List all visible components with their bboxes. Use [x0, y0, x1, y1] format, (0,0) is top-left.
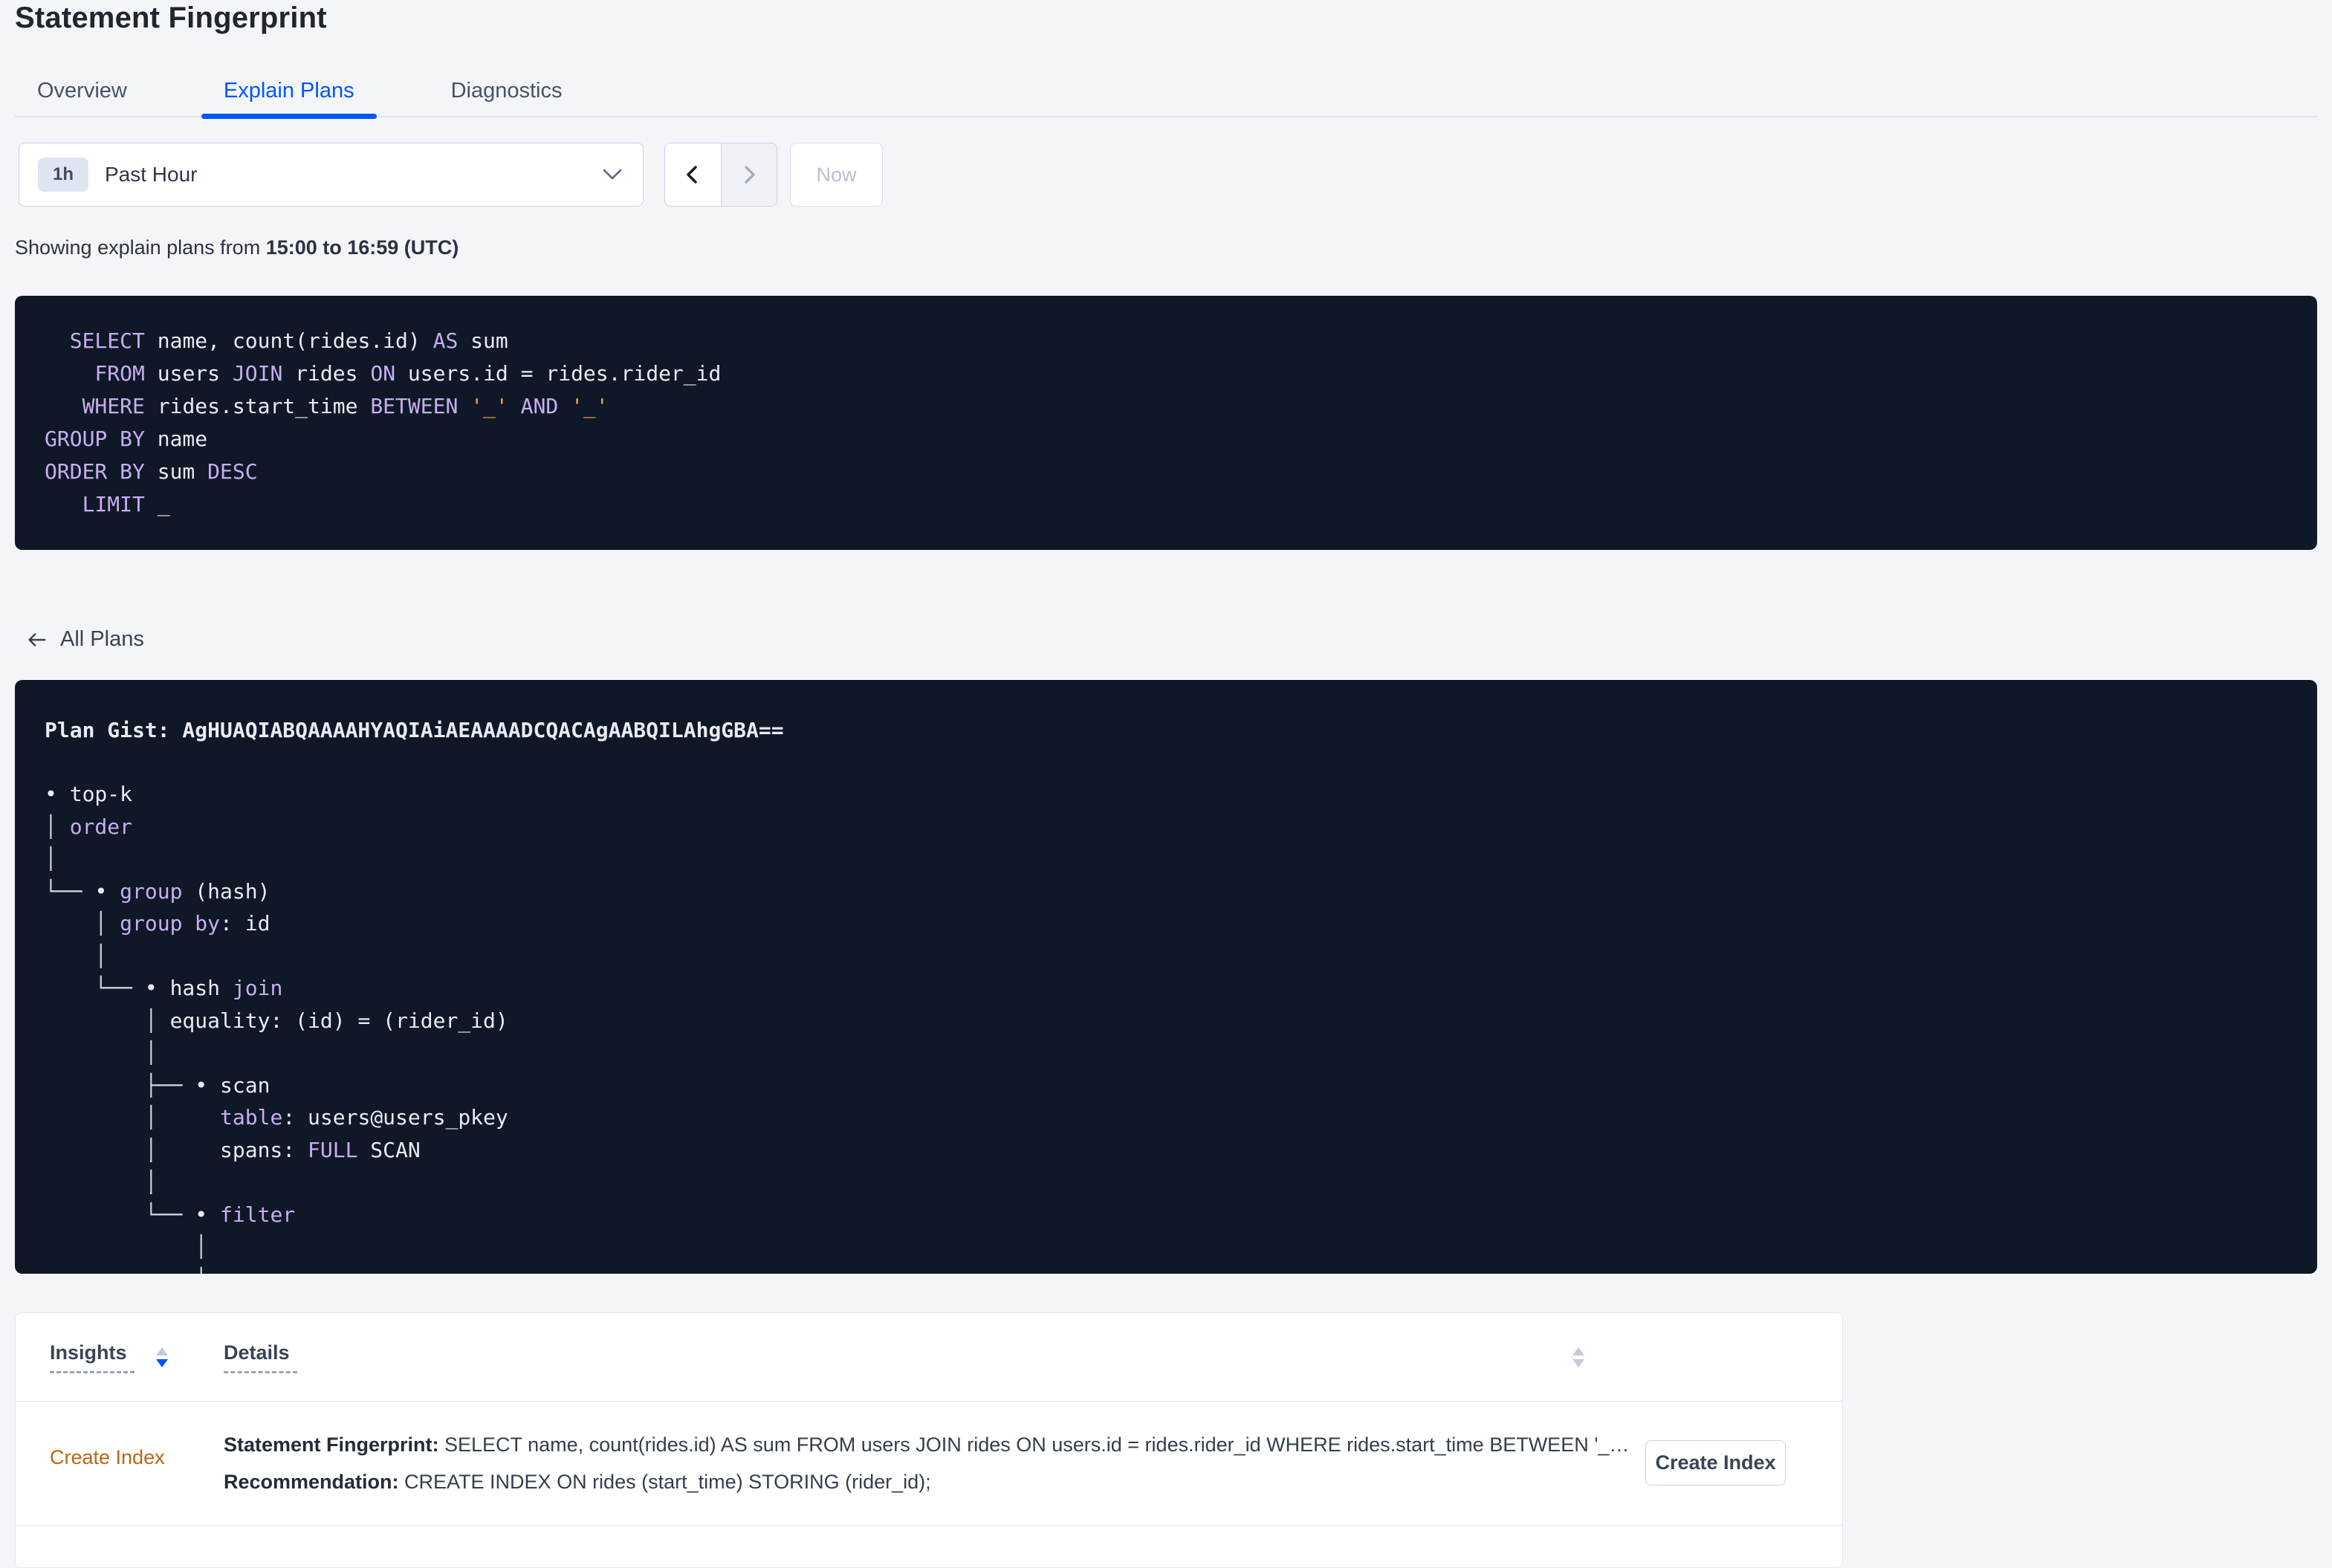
column-header-insights[interactable]: Insights — [50, 1341, 168, 1373]
status-line: Showing explain plans from 15:00 to 16:5… — [15, 236, 459, 259]
status-prefix: Showing explain plans from — [15, 236, 266, 259]
tab-overview[interactable]: Overview — [15, 67, 149, 116]
sql-statement: SELECT name, count(rides.id) AS sum FROM… — [45, 328, 722, 516]
create-index-button[interactable]: Create Index — [1645, 1440, 1786, 1486]
time-controls: 1h Past Hour Now — [19, 143, 883, 207]
chevron-down-icon — [603, 169, 622, 181]
insights-table: Insights Details Create Index Statement … — [15, 1312, 1843, 1568]
tab-diagnostics[interactable]: Diagnostics — [429, 67, 585, 116]
insights-table-header: Insights Details — [16, 1313, 1842, 1402]
chevron-right-icon — [745, 166, 755, 184]
sort-desc-icon[interactable] — [155, 1347, 168, 1367]
time-step-button-group — [664, 143, 777, 207]
chevron-left-icon — [687, 166, 697, 184]
now-button[interactable]: Now — [790, 143, 883, 207]
column-header-details[interactable]: Details — [224, 1341, 297, 1373]
explain-plan-panel: Plan Gist: AgHUAQIABQAAAAHYAQIAiAEAAAADC… — [15, 680, 2317, 1274]
sort-icon[interactable] — [1573, 1347, 1584, 1367]
insight-details: Statement Fingerprint: SELECT name, coun… — [224, 1433, 1628, 1493]
page-title: Statement Fingerprint — [15, 1, 327, 34]
tab-bar: Overview Explain Plans Diagnostics — [15, 67, 2317, 119]
all-plans-back-link[interactable]: All Plans — [25, 627, 144, 652]
table-row: Create Index Statement Fingerprint: SELE… — [16, 1402, 1842, 1526]
insight-type-link[interactable]: Create Index — [50, 1446, 165, 1469]
prev-time-button[interactable] — [665, 143, 721, 206]
sql-statement-panel: SELECT name, count(rides.id) AS sum FROM… — [15, 296, 2317, 550]
plan-gist: Plan Gist: AgHUAQIABQAAAAHYAQIAiAEAAAADC… — [45, 718, 784, 742]
interval-badge: 1h — [38, 158, 88, 192]
statement-fingerprint-page: Statement Fingerprint Overview Explain P… — [0, 0, 2332, 1568]
insights-header-label: Insights — [50, 1341, 135, 1373]
status-time-range: 15:00 to 16:59 (UTC) — [265, 236, 459, 259]
plan-tree: • top-k │ order │ └── • group (hash) │ g… — [45, 782, 508, 1274]
arrow-left-icon — [28, 632, 46, 647]
back-link-label: All Plans — [60, 627, 144, 651]
next-time-button[interactable] — [720, 143, 777, 206]
details-header-label: Details — [224, 1341, 297, 1373]
tab-explain-plans[interactable]: Explain Plans — [201, 67, 377, 119]
time-range-dropdown[interactable]: 1h Past Hour — [19, 143, 644, 207]
time-range-label: Past Hour — [105, 163, 198, 186]
